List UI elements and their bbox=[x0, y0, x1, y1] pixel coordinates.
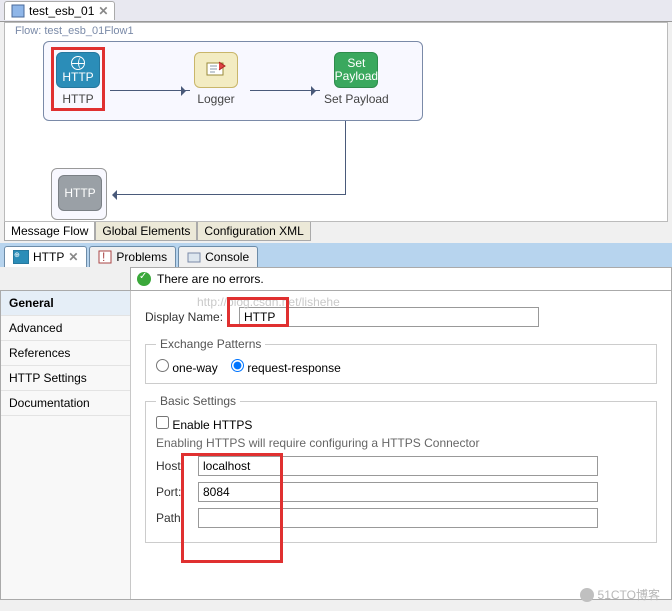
tab-http[interactable]: ⊕ HTTP ✕ bbox=[4, 246, 87, 267]
basic-legend: Basic Settings bbox=[156, 394, 240, 408]
http-icon: ⊕ bbox=[13, 250, 29, 264]
host-label: Host: bbox=[156, 459, 192, 473]
tab-console-label: Console bbox=[205, 250, 249, 264]
side-item-documentation[interactable]: Documentation bbox=[1, 391, 130, 416]
node-http-label: HTTP bbox=[56, 92, 100, 106]
flow-response-container[interactable]: HTTP bbox=[51, 168, 107, 220]
path-label: Path: bbox=[156, 511, 192, 525]
connector-line bbox=[345, 121, 346, 195]
tab-global-elements[interactable]: Global Elements bbox=[95, 222, 197, 241]
display-name-label: Display Name: bbox=[145, 310, 233, 324]
enable-https-checkbox[interactable]: Enable HTTPS bbox=[156, 418, 252, 432]
path-input[interactable] bbox=[198, 508, 598, 528]
arrow-icon bbox=[110, 90, 190, 91]
tab-config-xml[interactable]: Configuration XML bbox=[197, 222, 310, 241]
mule-file-icon bbox=[11, 4, 25, 18]
tab-problems-label: Problems bbox=[116, 250, 167, 264]
editor-tab-bar: test_esb_01 ✕ bbox=[0, 0, 672, 22]
exchange-patterns-fieldset: Exchange Patterns one-way request-respon… bbox=[145, 337, 657, 384]
editor-tab-title: test_esb_01 bbox=[29, 4, 94, 18]
https-hint: Enabling HTTPS will require configuring … bbox=[156, 436, 646, 450]
radio-one-way[interactable]: one-way bbox=[156, 361, 218, 375]
console-icon bbox=[187, 250, 201, 264]
close-icon[interactable]: ✕ bbox=[98, 4, 108, 18]
flow-name-label: Flow: test_esb_01Flow1 bbox=[15, 25, 134, 37]
logger-icon bbox=[194, 52, 238, 88]
radio-req-resp[interactable]: request-response bbox=[231, 361, 341, 375]
status-message: There are no errors. bbox=[157, 272, 264, 286]
flow-bottom-tabs: Message Flow Global Elements Configurati… bbox=[4, 222, 668, 241]
node-http-response[interactable]: HTTP bbox=[58, 175, 102, 215]
basic-settings-fieldset: Basic Settings Enable HTTPS Enabling HTT… bbox=[145, 394, 657, 543]
lower-tab-bar: ⊕ HTTP ✕ ! Problems Console bbox=[0, 243, 672, 267]
properties-area: General Advanced References HTTP Setting… bbox=[0, 290, 672, 600]
arrow-icon bbox=[250, 90, 320, 91]
side-nav: General Advanced References HTTP Setting… bbox=[1, 291, 131, 599]
flow-canvas[interactable]: Flow: test_esb_01Flow1 HTTP HTTP Logger … bbox=[4, 22, 668, 222]
node-http[interactable]: HTTP HTTP bbox=[56, 52, 100, 106]
lower-panel: ⊕ HTTP ✕ ! Problems Console There are no… bbox=[0, 243, 672, 600]
host-input[interactable] bbox=[198, 456, 598, 476]
node-logger-label: Logger bbox=[194, 92, 238, 106]
flow-container[interactable]: HTTP HTTP Logger SetPayload Set Payload bbox=[43, 41, 423, 121]
display-name-input[interactable] bbox=[239, 307, 539, 327]
http-icon: HTTP bbox=[58, 175, 102, 211]
tab-message-flow[interactable]: Message Flow bbox=[4, 222, 95, 241]
editor-tab[interactable]: test_esb_01 ✕ bbox=[4, 1, 115, 20]
node-logger[interactable]: Logger bbox=[194, 52, 238, 106]
form-panel: http://blog.csdn.net/lishehe Display Nam… bbox=[131, 291, 671, 599]
connector-line bbox=[113, 194, 345, 195]
http-icon: HTTP bbox=[56, 52, 100, 88]
tab-http-label: HTTP bbox=[33, 250, 64, 264]
tab-problems[interactable]: ! Problems bbox=[89, 246, 176, 267]
tab-console[interactable]: Console bbox=[178, 246, 258, 267]
side-item-general[interactable]: General bbox=[1, 291, 130, 316]
page-watermark: 51CTO博客 bbox=[580, 586, 660, 603]
side-item-references[interactable]: References bbox=[1, 341, 130, 366]
watermark-url: http://blog.csdn.net/lishehe bbox=[197, 295, 340, 309]
side-item-http-settings[interactable]: HTTP Settings bbox=[1, 366, 130, 391]
close-icon[interactable]: ✕ bbox=[68, 250, 78, 264]
port-input[interactable] bbox=[198, 482, 598, 502]
status-row: There are no errors. bbox=[130, 267, 672, 291]
node-set-payload-label: Set Payload bbox=[324, 92, 389, 106]
problems-icon: ! bbox=[98, 250, 112, 264]
side-item-advanced[interactable]: Advanced bbox=[1, 316, 130, 341]
arrowhead-icon bbox=[107, 190, 117, 200]
set-payload-icon: SetPayload bbox=[334, 52, 378, 88]
ok-icon bbox=[137, 272, 151, 286]
node-set-payload[interactable]: SetPayload Set Payload bbox=[324, 52, 389, 106]
logo-icon bbox=[580, 588, 594, 602]
svg-text:!: ! bbox=[102, 250, 105, 264]
exchange-legend: Exchange Patterns bbox=[156, 337, 265, 351]
port-label: Port: bbox=[156, 485, 192, 499]
